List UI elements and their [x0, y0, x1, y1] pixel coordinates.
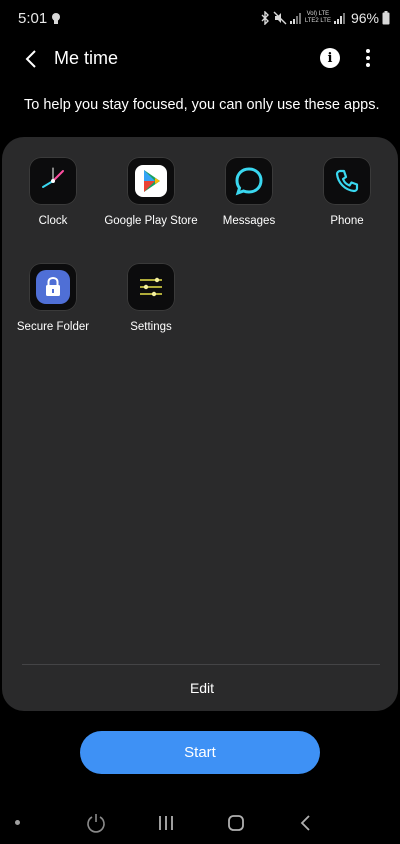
back-arrow-icon	[25, 50, 36, 68]
messages-icon	[225, 157, 273, 205]
network-labels: Vol) LTE LTE2 LTE	[305, 11, 331, 25]
home-icon[interactable]	[223, 810, 249, 836]
back-button[interactable]	[18, 46, 44, 72]
status-time: 5:01	[18, 10, 48, 27]
app-tile-play-store[interactable]: Google Play Store	[102, 157, 200, 227]
clock-icon	[29, 157, 77, 205]
battery-percentage: 96%	[350, 10, 379, 26]
settings-icon	[127, 263, 175, 311]
app-bar: Me time i	[0, 36, 400, 82]
edit-button[interactable]: Edit	[152, 673, 252, 703]
app-label-phone: Phone	[330, 215, 364, 227]
navigation-bar	[0, 800, 400, 844]
mute-icon	[273, 11, 287, 25]
battery-icon	[382, 11, 390, 25]
description-text: To help you stay focused, you can only u…	[24, 97, 380, 113]
more-options-icon[interactable]	[360, 46, 376, 70]
nav-hide-dot[interactable]	[15, 820, 20, 825]
app-label-messages: Messages	[222, 215, 276, 227]
secure-folder-icon	[29, 263, 77, 311]
divider	[22, 664, 380, 665]
info-icon[interactable]: i	[320, 48, 340, 68]
phone-icon	[323, 157, 371, 205]
bluetooth-icon	[261, 11, 269, 25]
status-icons: Vol) LTE LTE2 LTE 96%	[261, 8, 390, 28]
play-store-icon	[127, 157, 175, 205]
app-label-clock: Clock	[38, 215, 68, 227]
app-tile-secure-folder[interactable]: Secure Folder	[4, 263, 102, 333]
page-title: Me time	[54, 48, 119, 68]
start-button[interactable]: Start	[80, 731, 320, 774]
app-tile-settings[interactable]: Settings	[102, 263, 200, 333]
back-nav-icon[interactable]	[293, 810, 319, 836]
app-label-secure-folder: Secure Folder	[16, 321, 90, 333]
recent-apps-icon[interactable]	[153, 810, 179, 836]
app-label-play-store: Google Play Store	[104, 215, 198, 227]
lightbulb-icon	[52, 13, 60, 24]
status-bar: 5:01 Vol) LTE LTE2 LTE 96%	[0, 0, 400, 36]
app-tile-messages[interactable]: Messages	[200, 157, 298, 227]
app-tile-clock[interactable]: Clock	[4, 157, 102, 227]
network-label-top: Vol) LTE	[306, 11, 330, 17]
app-label-settings: Settings	[130, 321, 172, 333]
network-label-bottom: LTE2 LTE	[304, 18, 331, 24]
signal-icon-1	[289, 13, 301, 24]
apps-panel: Clock Google Play Store Messages Phone S…	[2, 137, 398, 711]
signal-icon-2	[333, 13, 345, 24]
power-icon[interactable]	[83, 810, 109, 836]
app-tile-phone[interactable]: Phone	[298, 157, 396, 227]
